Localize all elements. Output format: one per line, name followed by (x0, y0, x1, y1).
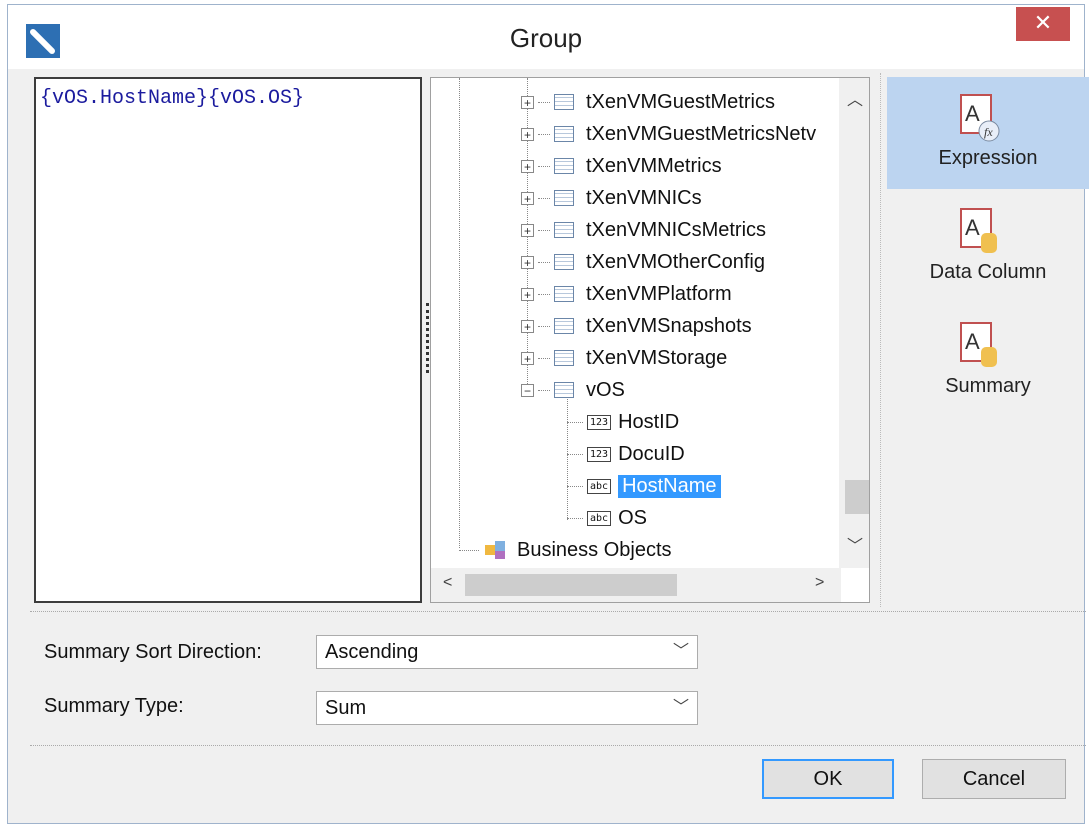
tree-node-field[interactable]: 123 HostID (567, 406, 679, 438)
scroll-thumb[interactable] (465, 574, 677, 596)
side-item-label: Expression (938, 147, 1038, 169)
business-objects-icon (483, 539, 509, 561)
scroll-up-icon[interactable]: ︿ (847, 86, 863, 110)
expand-icon[interactable]: + (521, 95, 534, 109)
field-type-icon: abc (587, 478, 612, 494)
svg-text:A: A (965, 101, 980, 126)
tree-node-label: tXenVMGuestMetricsNetv (586, 122, 817, 145)
select-value: Sum (325, 697, 367, 719)
scroll-right-icon[interactable]: > (815, 574, 824, 592)
field-type-icon: 123 (587, 414, 612, 430)
tree-node-table[interactable]: + tXenVMPlatform (521, 278, 732, 310)
tree-node-field[interactable]: abc HostName (567, 470, 721, 502)
cancel-button[interactable]: Cancel (922, 759, 1066, 799)
tree-node-business-objects[interactable]: Business Objects (459, 534, 672, 566)
field-tree[interactable]: + tXenVMGuestMetrics + tXenVMGuestMetricsNe… (430, 77, 870, 603)
tree-node-table[interactable]: + tXenVMStorage (521, 342, 727, 374)
divider (30, 611, 1086, 612)
table-icon (554, 126, 574, 142)
scroll-thumb[interactable] (845, 480, 869, 514)
table-icon (554, 158, 574, 174)
table-icon (554, 318, 574, 334)
table-icon (554, 254, 574, 270)
horizontal-scrollbar[interactable]: < > (431, 568, 841, 602)
side-item-label: Data Column (929, 261, 1047, 283)
sort-direction-select[interactable]: Ascending ﹀ (316, 635, 698, 669)
scroll-left-icon[interactable]: < (443, 574, 452, 592)
table-icon (554, 94, 574, 110)
expression-token: {vOS.HostName} (40, 87, 209, 110)
expand-icon[interactable]: + (521, 191, 534, 205)
table-icon (554, 222, 574, 238)
summary-type-label: Summary Type: (44, 695, 184, 717)
close-button[interactable]: ✕ (1016, 7, 1070, 41)
tree-node-label: tXenVMSnapshots (586, 314, 752, 337)
tree-node-table[interactable]: + tXenVMNICsMetrics (521, 214, 766, 246)
expand-icon[interactable]: + (521, 319, 534, 333)
table-icon (554, 190, 574, 206)
ok-button[interactable]: OK (762, 759, 894, 799)
tree-node-label: tXenVMPlatform (586, 282, 732, 305)
tree-node-label: tXenVMNICs (586, 186, 702, 209)
expand-icon[interactable]: + (521, 351, 534, 365)
expression-editor[interactable]: {vOS.HostName}{vOS.OS} (34, 77, 422, 603)
side-item-label: Summary (945, 375, 1031, 397)
tree-node-label: OS (618, 506, 647, 529)
tree-node-table[interactable]: + tXenVMGuestMetrics (521, 86, 775, 118)
tree-node-table[interactable]: + tXenVMNICs (521, 182, 702, 214)
tree-node-label: HostName (618, 474, 721, 498)
table-icon (554, 350, 574, 366)
table-icon (554, 382, 574, 398)
tree-node-label: DocuID (618, 442, 685, 465)
group-dialog: Group ✕ {vOS.HostName}{vOS.OS} + tXenVMGu… (7, 4, 1089, 824)
data-column-icon: A (960, 208, 997, 253)
side-item-summary[interactable]: A Summary (887, 305, 1089, 417)
table-icon (554, 286, 574, 302)
chevron-down-icon: ﹀ (672, 699, 689, 716)
svg-text:A: A (965, 215, 980, 240)
tree-node-label: Business Objects (517, 538, 672, 561)
scroll-down-icon[interactable]: ﹀ (847, 532, 863, 556)
collapse-icon[interactable]: − (521, 383, 534, 397)
tree-node-label: tXenVMNICsMetrics (586, 218, 767, 241)
select-value: Ascending (325, 641, 419, 663)
svg-text:A: A (965, 329, 980, 354)
tree-node-label: tXenVMMetrics (586, 154, 722, 177)
side-panel: Afx Expression A Data Column A Summary (880, 73, 1089, 607)
tree-node-label: tXenVMGuestMetrics (586, 90, 775, 113)
sort-direction-label: Summary Sort Direction: (44, 641, 262, 663)
expand-icon[interactable]: + (521, 127, 534, 141)
tree-node-label: vOS (586, 378, 625, 401)
expression-token: {vOS.OS} (208, 87, 305, 110)
svg-text:fx: fx (984, 125, 993, 139)
tree-node-label: tXenVMStorage (586, 346, 728, 369)
tree-node-label: tXenVMOtherConfig (586, 250, 765, 273)
side-item-data-column[interactable]: A Data Column (887, 191, 1089, 303)
tree-node-field[interactable]: 123 DocuID (567, 438, 685, 470)
field-type-icon: abc (587, 510, 612, 526)
dialog-title: Group (509, 23, 583, 53)
side-item-expression[interactable]: Afx Expression (887, 77, 1089, 189)
summary-icon: A (960, 322, 997, 367)
tree-node-label: HostID (618, 410, 680, 433)
expand-icon[interactable]: + (521, 159, 534, 173)
expand-icon[interactable]: + (521, 223, 534, 237)
tree-node-vos[interactable]: − vOS (521, 374, 625, 406)
vertical-scrollbar[interactable]: ︿ ﹀ (839, 78, 869, 568)
tree-node-table[interactable]: + tXenVMGuestMetricsNetv (521, 118, 816, 150)
title-bar: Group ✕ (8, 5, 1084, 69)
chevron-down-icon: ﹀ (672, 643, 689, 660)
field-type-icon: 123 (587, 446, 612, 462)
expression-icon: Afx (960, 94, 1000, 142)
divider (30, 745, 1086, 746)
expand-icon[interactable]: + (521, 287, 534, 301)
tree-node-table[interactable]: + tXenVMOtherConfig (521, 246, 765, 278)
tree-node-table[interactable]: + tXenVMMetrics (521, 150, 722, 182)
expand-icon[interactable]: + (521, 255, 534, 269)
summary-type-select[interactable]: Sum ﹀ (316, 691, 698, 725)
tree-node-table[interactable]: + tXenVMSnapshots (521, 310, 752, 342)
tree-node-field[interactable]: abc OS (567, 502, 647, 534)
